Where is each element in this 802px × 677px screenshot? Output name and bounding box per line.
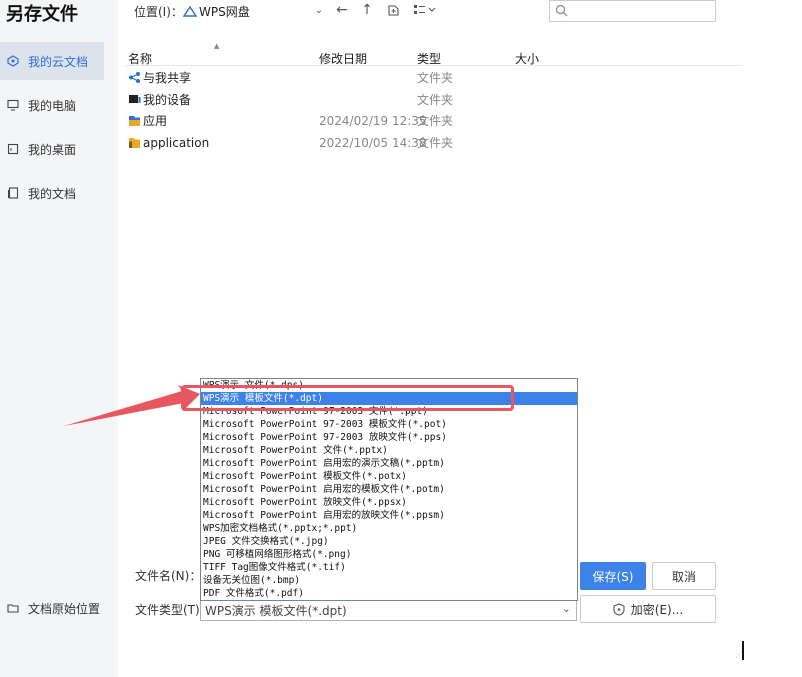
annotation-highlight-box — [181, 385, 514, 411]
text-cursor — [742, 641, 744, 660]
annotation-arrow — [64, 385, 200, 426]
